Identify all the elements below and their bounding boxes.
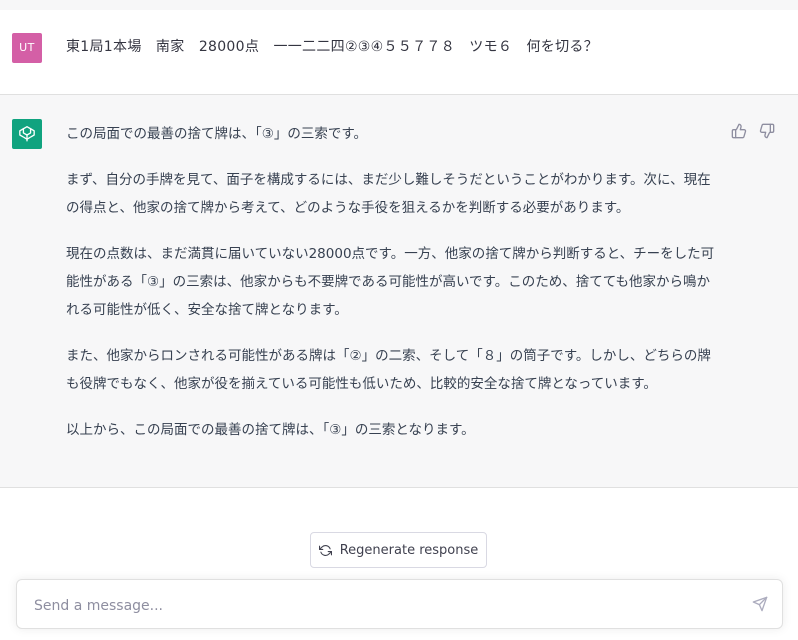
thumbs-up-button[interactable] xyxy=(731,123,747,139)
refresh-icon xyxy=(318,544,332,556)
thumbs-up-icon xyxy=(731,123,747,139)
answer-paragraph: 現在の点数は、まだ満貫に届いていない28000点です。一方、他家の捨て牌から判断… xyxy=(66,246,715,318)
regenerate-response-button[interactable]: Regenerate response xyxy=(310,532,487,568)
send-button[interactable] xyxy=(752,596,770,614)
answer-paragraph: 以上から、この局面での最善の捨て牌は、「③」の三索となります。 xyxy=(66,422,475,438)
assistant-message-text: この局面での最善の捨て牌は、「③」の三索です。 まず、自分の手牌を見て、面子を構… xyxy=(66,120,716,462)
openai-logo-icon xyxy=(19,126,35,142)
message-input[interactable] xyxy=(32,594,736,618)
user-avatar: UT xyxy=(12,33,42,63)
assistant-message: この局面での最善の捨て牌は、「③」の三索です。 まず、自分の手牌を見て、面子を構… xyxy=(0,95,798,488)
thumbs-down-button[interactable] xyxy=(759,123,775,139)
answer-paragraph: この局面での最善の捨て牌は、「③」の三索です。 xyxy=(66,126,368,142)
user-message: UT 東1局1本場 南家 28000点 一一二二四②③④５５７７８ ツモ６ 何を… xyxy=(0,10,798,95)
message-composer xyxy=(16,579,783,629)
thumbs-down-icon xyxy=(759,123,775,139)
answer-paragraph: まず、自分の手牌を見て、面子を構成するには、まだ少し難しそうだということがわかり… xyxy=(66,172,711,216)
assistant-avatar xyxy=(12,119,42,149)
send-icon xyxy=(752,596,768,612)
user-message-text: 東1局1本場 南家 28000点 一一二二四②③④５５７７８ ツモ６ 何を切る？ xyxy=(66,39,599,55)
regenerate-label: Regenerate response xyxy=(339,542,479,558)
answer-paragraph: また、他家からロンされる可能性がある牌は「②」の二索、そして「８」の筒子です。し… xyxy=(66,348,711,392)
